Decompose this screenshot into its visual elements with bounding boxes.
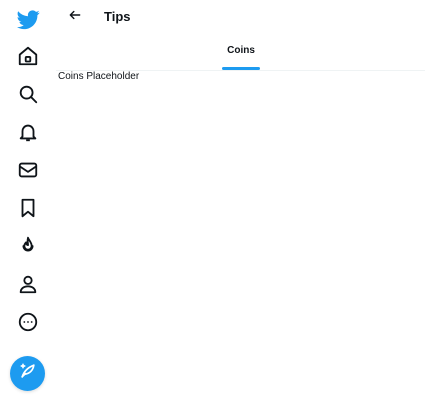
bell-icon[interactable] (15, 119, 41, 145)
home-icon[interactable] (15, 43, 41, 69)
profile-icon[interactable] (15, 271, 41, 297)
content-placeholder: Coins Placeholder (58, 71, 140, 82)
mail-icon[interactable] (15, 157, 41, 183)
arrow-left-icon (68, 8, 82, 27)
tab-bar: Coins (56, 36, 425, 71)
compose-icon (18, 361, 38, 386)
sidebar-nav (0, 0, 56, 420)
back-button[interactable] (64, 6, 86, 28)
tab-label: Coins (227, 45, 255, 56)
flame-icon[interactable] (15, 233, 41, 259)
page-header: Tips (56, 0, 425, 34)
tab-coins[interactable]: Coins (222, 36, 260, 70)
active-tab-indicator (222, 67, 260, 70)
search-icon[interactable] (15, 81, 41, 107)
more-icon[interactable] (15, 309, 41, 335)
compose-button[interactable] (10, 356, 45, 391)
bookmark-icon[interactable] (15, 195, 41, 221)
twitter-bird-icon[interactable] (16, 8, 40, 32)
page-title: Tips (104, 9, 131, 24)
app-window: Tips Coins Coins Placeholder (0, 0, 425, 420)
